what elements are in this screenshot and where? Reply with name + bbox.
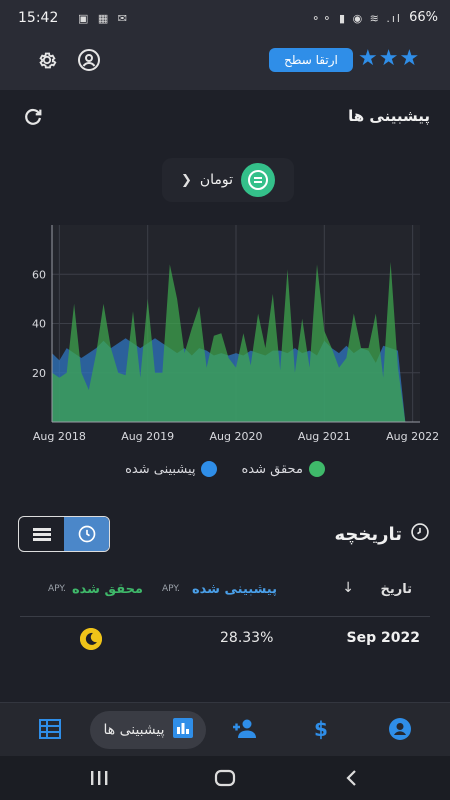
legend-item-realized[interactable]: محقق شده bbox=[241, 457, 325, 481]
predictions-chart: Aug 2018 Aug 2019 Aug 2020 Aug 2021 Aug 2022… bbox=[32, 225, 439, 443]
upgrade-level-button[interactable]: ارتقا سطح bbox=[269, 48, 353, 72]
nav-predictions-tab[interactable]: پیشبینی ها bbox=[90, 711, 206, 749]
nav-dollar-icon[interactable]: $ bbox=[307, 715, 335, 743]
row-predicted-apy: 28.33% bbox=[220, 630, 274, 646]
nav-add-user-icon[interactable] bbox=[231, 715, 259, 743]
y-tick-label: 40 bbox=[32, 318, 46, 331]
legend-predicted-dot bbox=[201, 461, 218, 477]
status-notification-icons: ▣ ▦ ✉ bbox=[78, 12, 130, 25]
back-icon[interactable] bbox=[336, 766, 366, 790]
recent-apps-icon[interactable] bbox=[84, 766, 114, 790]
table-row[interactable]: Sep 2022 28.33% bbox=[20, 618, 430, 660]
predictions-title: پیشبینی ها bbox=[348, 107, 430, 125]
nav-account-icon[interactable] bbox=[386, 715, 414, 743]
x-tick-label: Aug 2018 bbox=[33, 430, 86, 443]
history-view-button[interactable] bbox=[64, 517, 109, 551]
nav-chart-icon bbox=[172, 718, 193, 742]
settings-gear-icon[interactable] bbox=[32, 45, 62, 75]
x-tick-label: Aug 2019 bbox=[121, 430, 174, 443]
bottom-navigation: پیشبینی ها $ bbox=[0, 702, 450, 756]
legend-item-predicted[interactable]: پیشبینی شده bbox=[125, 457, 218, 481]
row-date: Sep 2022 bbox=[346, 630, 420, 646]
chart-legend: محقق شده پیشبینی شده bbox=[0, 457, 450, 481]
column-header-realized[interactable]: محقق شده bbox=[72, 582, 143, 597]
table-divider bbox=[20, 616, 430, 617]
nav-table-icon[interactable] bbox=[36, 715, 64, 743]
legend-realized-label: محقق شده bbox=[241, 461, 303, 477]
profile-icon[interactable] bbox=[74, 45, 104, 75]
y-tick-label: 20 bbox=[32, 367, 46, 380]
history-clock-icon bbox=[410, 522, 430, 547]
refresh-icon[interactable] bbox=[18, 102, 48, 132]
legend-predicted-label: پیشبینی شده bbox=[125, 461, 196, 477]
y-tick-label: 60 bbox=[32, 268, 46, 281]
history-view-toggle bbox=[18, 516, 110, 552]
history-title: تاریخچه bbox=[335, 522, 431, 547]
list-view-button[interactable] bbox=[19, 517, 64, 551]
currency-dropdown[interactable]: ❯ تومان bbox=[162, 158, 294, 202]
status-bar: 15:42 ▣ ▦ ✉ ⚬⚬ ▮ ◉ ≋ .ıl 66% bbox=[0, 0, 450, 38]
sort-arrow-down-icon[interactable]: ↓ bbox=[342, 580, 354, 596]
nav-predictions-label: پیشبینی ها bbox=[103, 722, 165, 738]
column-unit-predicted: APY. bbox=[162, 584, 180, 594]
column-header-predicted[interactable]: پیشبینی شده bbox=[192, 582, 277, 597]
status-time: 15:42 bbox=[18, 10, 59, 26]
toman-coin-icon bbox=[241, 163, 276, 197]
pending-moon-icon bbox=[80, 628, 102, 650]
x-tick-label: Aug 2020 bbox=[210, 430, 263, 443]
battery-level: 66% bbox=[409, 10, 438, 25]
level-stars: ★★★ bbox=[358, 46, 421, 71]
system-navigation-bar bbox=[0, 756, 450, 800]
chevron-down-icon: ❯ bbox=[180, 172, 192, 188]
legend-realized-dot bbox=[308, 461, 325, 477]
column-header-date[interactable]: تاریخ bbox=[381, 582, 413, 597]
history-table-header: تاریخ ↓ پیشبینی شده APY. محقق شده APY. bbox=[20, 572, 430, 612]
currency-label: تومان bbox=[199, 172, 234, 188]
home-icon[interactable] bbox=[210, 766, 240, 790]
column-unit-realized: APY. bbox=[48, 584, 66, 594]
x-tick-label: Aug 2022 bbox=[386, 430, 439, 443]
history-title-text: تاریخچه bbox=[334, 524, 403, 545]
status-system-icons: ⚬⚬ ▮ ◉ ≋ .ıl bbox=[311, 12, 402, 25]
x-tick-label: Aug 2021 bbox=[298, 430, 351, 443]
